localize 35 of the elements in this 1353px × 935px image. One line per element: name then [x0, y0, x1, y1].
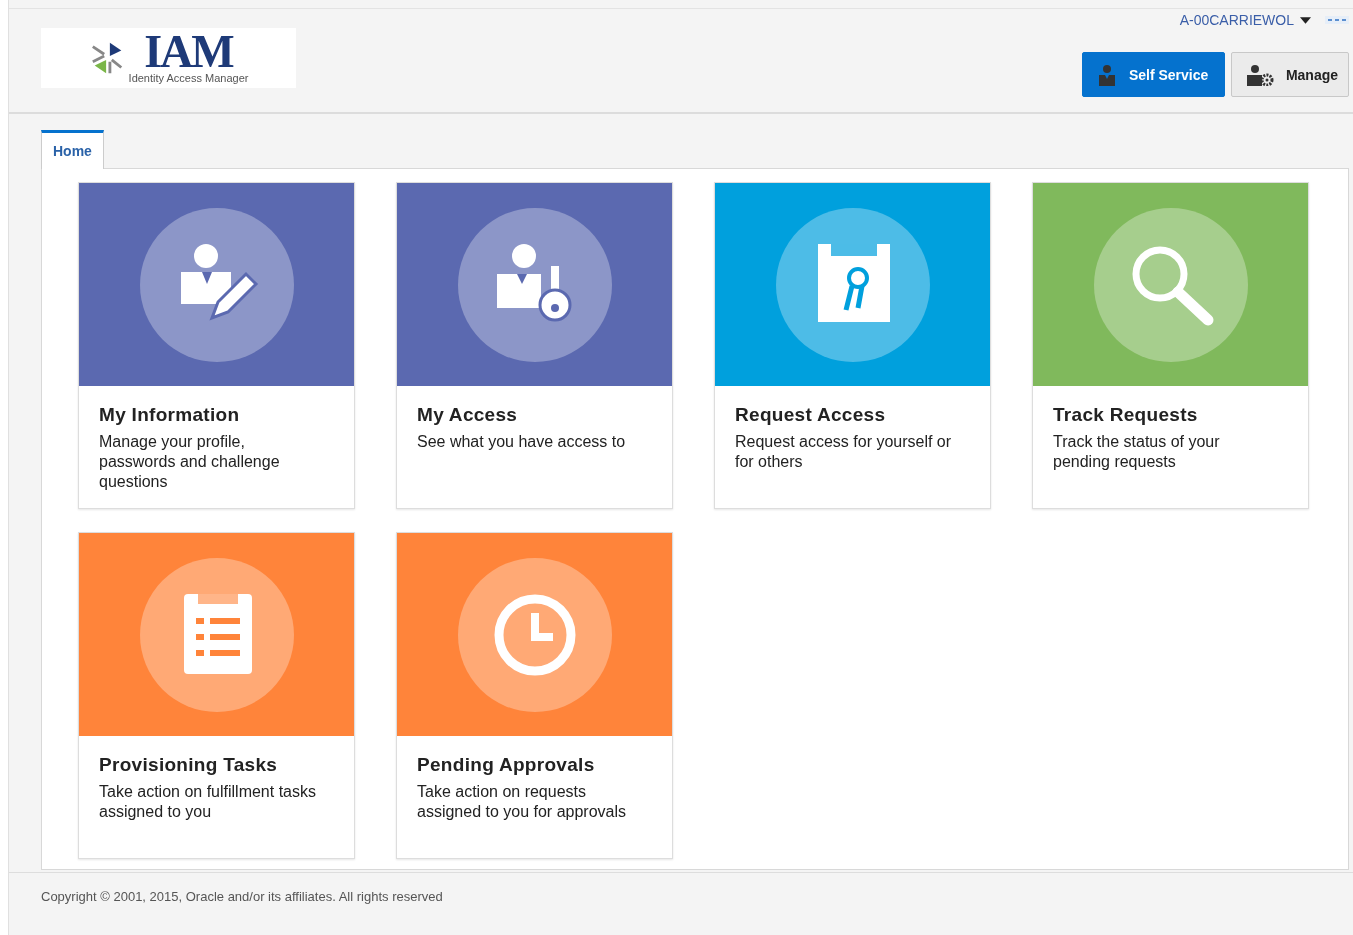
clock-icon	[457, 557, 612, 712]
tile-card[interactable]: My Access See what you have access to	[396, 182, 673, 509]
tile-description: Manage your profile, passwords and challenge questions	[99, 432, 281, 492]
tile-description: Request access for yourself or for others	[735, 432, 953, 472]
person-icon	[1096, 63, 1117, 86]
clipboard-list-icon	[139, 557, 294, 712]
tile-card[interactable]: Pending Approvals Take action on requests assigned to you for approvals	[396, 532, 673, 859]
logo-title: IAM	[144, 32, 233, 72]
person-pencil-icon	[139, 207, 294, 362]
tile-title: Provisioning Tasks	[99, 754, 279, 776]
person-key-icon	[457, 207, 612, 362]
tile-title: My Information	[99, 404, 241, 426]
tile-description: See what you have access to	[417, 432, 627, 452]
tile-description: Track the status of your pending requests	[1053, 432, 1221, 472]
copyright-text: Copyright © 2001, 2015, Oracle and/or its affiliates. All rights reserved	[41, 889, 443, 904]
tile-title: Request Access	[735, 404, 887, 426]
mode-button[interactable]: Self Service	[1081, 52, 1225, 97]
tab[interactable]: Home	[41, 130, 104, 169]
clipboard-key-icon	[775, 207, 930, 362]
tile-card[interactable]: My Information Manage your profile, passwords and challenge questions	[78, 182, 355, 509]
tile-title: Track Requests	[1053, 404, 1199, 426]
caret-icon	[1300, 16, 1311, 24]
logo-subtitle: Identity Access Manager	[128, 72, 249, 84]
mode-button[interactable]: Manage	[1230, 52, 1349, 97]
tile-card[interactable]: Provisioning Tasks Take action on fulfillment tasks assigned to you	[78, 532, 355, 859]
search-icon	[1093, 207, 1248, 362]
person-gear-icon	[1245, 63, 1274, 86]
user-menu[interactable]: A-00CARRIEWOL	[1179, 12, 1311, 28]
more-icon[interactable]	[1325, 16, 1349, 24]
tile-description: Take action on requests assigned to you for approvals	[417, 782, 627, 822]
tile-card[interactable]: Request Access Request access for yourself or for others	[714, 182, 991, 509]
tile-card[interactable]: Track Requests Track the status of your pending requests	[1032, 182, 1309, 509]
tile-title: Pending Approvals	[417, 754, 596, 776]
tile-description: Take action on fulfillment tasks assigned to you	[99, 782, 317, 822]
tile-title: My Access	[417, 404, 519, 426]
